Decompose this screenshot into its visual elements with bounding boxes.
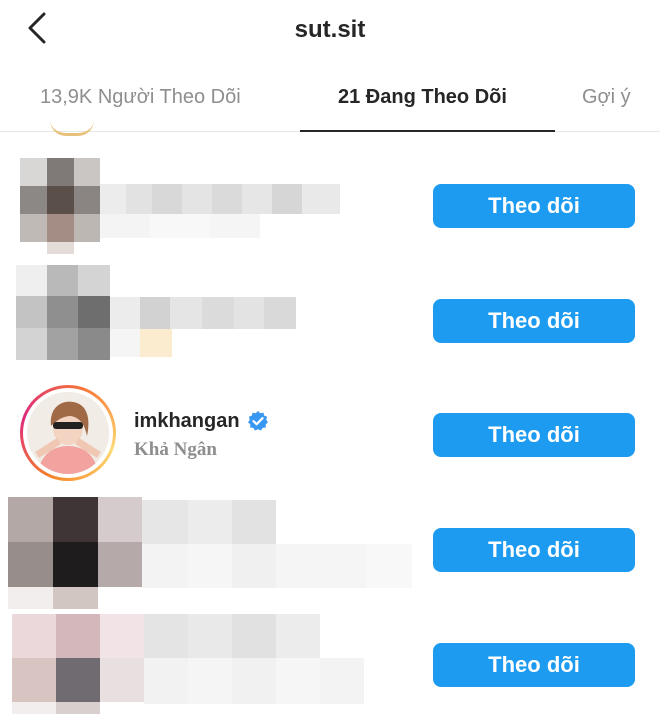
follow-button[interactable]: Theo dõi xyxy=(433,643,635,687)
follow-button[interactable]: Theo dõi xyxy=(433,528,635,572)
blurred-avatar xyxy=(16,265,110,360)
follow-button[interactable]: Theo dõi xyxy=(433,299,635,343)
blurred-avatar xyxy=(12,614,144,714)
blurred-fullname xyxy=(100,214,260,238)
top-bar: sut.sit xyxy=(0,0,660,62)
tab-suggested[interactable]: Gợi ý xyxy=(582,86,631,109)
blurred-username xyxy=(142,500,412,588)
profile-username-title: sut.sit xyxy=(294,16,366,43)
blurred-fullname xyxy=(110,329,172,357)
account-full-name: Khả Ngân xyxy=(134,439,217,460)
active-tab-indicator xyxy=(300,130,555,132)
partial-avatar xyxy=(50,120,94,136)
blurred-username xyxy=(144,614,364,704)
account-username[interactable]: imkhangan xyxy=(134,410,240,433)
blurred-username xyxy=(110,297,296,329)
follow-button[interactable]: Theo dõi xyxy=(433,184,635,228)
follow-tabs: 13,9K Người Theo Dõi 21 Đang Theo Dõi Gợ… xyxy=(0,72,660,132)
blurred-avatar xyxy=(20,158,100,254)
blurred-avatar xyxy=(8,497,142,609)
blurred-username xyxy=(100,184,340,214)
tab-following[interactable]: 21 Đang Theo Dõi xyxy=(338,86,507,109)
tab-followers[interactable]: 13,9K Người Theo Dõi xyxy=(40,86,241,109)
avatar-story-ring[interactable] xyxy=(20,385,116,481)
follow-button[interactable]: Theo dõi xyxy=(433,413,635,457)
avatar xyxy=(27,392,109,474)
verified-badge-icon xyxy=(248,411,268,431)
